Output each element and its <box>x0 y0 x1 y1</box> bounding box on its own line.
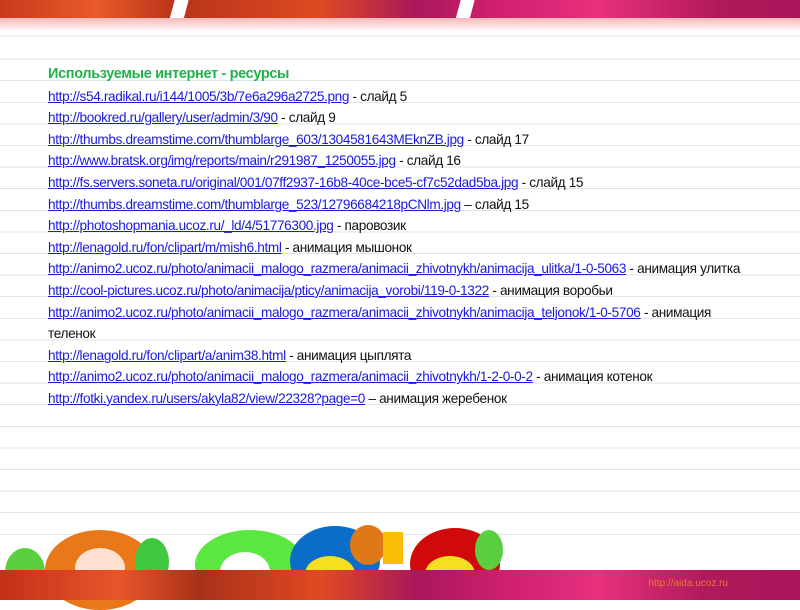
resource-description: - слайд 5 <box>349 88 408 104</box>
resource-link[interactable]: http://thumbs.dreamstime.com/thumblarge_… <box>48 132 464 147</box>
resource-description: – слайд 15 <box>460 196 529 212</box>
resource-item: http://www.bratsk.org/img/reports/main/r… <box>48 150 758 172</box>
resource-link[interactable]: http://animo2.ucoz.ru/photo/animacii_mal… <box>48 369 533 384</box>
slide-content: Используемые интернет - ресурсы http://s… <box>48 64 758 410</box>
resource-link[interactable]: http://photoshopmania.ucoz.ru/_ld/4/5177… <box>48 218 334 233</box>
resource-link[interactable]: http://animo2.ucoz.ru/photo/animacii_mal… <box>48 305 641 320</box>
resource-link[interactable]: http://lenagold.ru/fon/clipart/m/mish6.h… <box>48 240 282 255</box>
resource-link[interactable]: http://bookred.ru/gallery/user/admin/3/9… <box>48 110 278 125</box>
resource-item: http://fs.servers.soneta.ru/original/001… <box>48 172 758 194</box>
decor-stripe <box>455 0 475 20</box>
resource-description: - анимация мышонок <box>281 239 412 255</box>
resource-link[interactable]: http://fs.servers.soneta.ru/original/001… <box>48 175 519 190</box>
resource-description: - слайд 15 <box>518 174 584 190</box>
resource-description: - анимация воробьи <box>488 282 613 298</box>
resource-link[interactable]: http://lenagold.ru/fon/clipart/a/anim38.… <box>48 348 286 363</box>
resource-item: http://lenagold.ru/fon/clipart/m/mish6.h… <box>48 237 758 259</box>
resource-description: - слайд 9 <box>277 110 336 126</box>
top-decor-band <box>0 0 800 20</box>
orange-ball-icon <box>350 525 386 565</box>
resource-item: http://animo2.ucoz.ru/photo/animacii_mal… <box>48 302 758 345</box>
resource-item: http://thumbs.dreamstime.com/thumblarge_… <box>48 129 758 151</box>
resource-item: http://animo2.ucoz.ru/photo/animacii_mal… <box>48 366 758 388</box>
resource-description: - анимация цыплята <box>285 347 412 363</box>
footer-credit: http://aida.ucoz.ru <box>648 578 729 589</box>
green-balloon-icon <box>475 530 503 570</box>
resource-link[interactable]: http://s54.radikal.ru/i144/1005/3b/7e6a2… <box>48 89 349 104</box>
slide-title: Используемые интернет - ресурсы <box>48 66 290 82</box>
resource-item: http://bookred.ru/gallery/user/admin/3/9… <box>48 107 758 129</box>
resource-item: http://lenagold.ru/fon/clipart/a/anim38.… <box>48 345 758 367</box>
resource-item: http://cool-pictures.ucoz.ru/photo/anima… <box>48 280 758 302</box>
resource-description: - анимация котенок <box>532 369 653 385</box>
resource-item: http://s54.radikal.ru/i144/1005/3b/7e6a2… <box>48 86 758 108</box>
resource-link[interactable]: http://cool-pictures.ucoz.ru/photo/anima… <box>48 283 489 298</box>
resource-list: http://s54.radikal.ru/i144/1005/3b/7e6a2… <box>48 86 758 410</box>
decor-stripe <box>169 0 189 20</box>
resource-link[interactable]: http://thumbs.dreamstime.com/thumblarge_… <box>48 197 461 212</box>
resource-description: – анимация жеребенок <box>365 390 507 406</box>
resource-item: http://animo2.ucoz.ru/photo/animacii_mal… <box>48 258 758 280</box>
resource-description: - слайд 17 <box>463 131 529 147</box>
resource-item: http://photoshopmania.ucoz.ru/_ld/4/5177… <box>48 215 758 237</box>
yellow-square-icon <box>383 532 403 564</box>
resource-link[interactable]: http://animo2.ucoz.ru/photo/animacii_mal… <box>48 261 626 276</box>
resource-link[interactable]: http://fotki.yandex.ru/users/akyla82/vie… <box>48 391 365 406</box>
resource-description: - паровозик <box>333 218 406 234</box>
resource-item: http://fotki.yandex.ru/users/akyla82/vie… <box>48 388 758 410</box>
resource-description: - слайд 16 <box>395 153 461 169</box>
resource-link[interactable]: http://www.bratsk.org/img/reports/main/r… <box>48 153 396 168</box>
resource-description: - анимация улитка <box>626 261 741 277</box>
resource-item: http://thumbs.dreamstime.com/thumblarge_… <box>48 194 758 216</box>
